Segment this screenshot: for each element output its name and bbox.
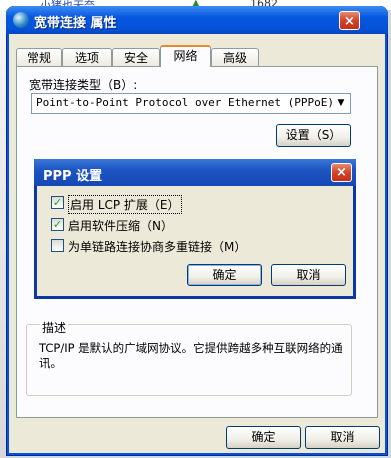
cancel-button[interactable]: 取消: [305, 426, 380, 449]
connection-type-select[interactable]: Point-to-Point Protocol over Ethernet (P…: [31, 93, 351, 114]
ppp-settings-dialog: PPP 设置 × ✓ 启用 LCP 扩展（E） ✓ 启用软件压缩（N） 为单链路…: [34, 159, 356, 299]
tab-networking[interactable]: 网络: [160, 45, 211, 67]
description-title: 描述: [40, 319, 69, 336]
settings-button[interactable]: 设置（S）: [276, 124, 351, 147]
close-button[interactable]: ×: [339, 11, 360, 30]
ppp-cancel-button[interactable]: 取消: [271, 264, 346, 286]
tab-general[interactable]: 常规: [16, 48, 62, 66]
dialog-title: 宽带连接 属性: [34, 16, 117, 31]
multilink-label: 为单链路连接协商多重链接（M）: [68, 240, 247, 254]
dialog-titlebar[interactable]: 宽带连接 属性 ×: [6, 6, 388, 34]
network-globe-icon: [13, 12, 29, 28]
ppp-dialog-body: ✓ 启用 LCP 扩展（E） ✓ 启用软件压缩（N） 为单链路连接协商多重链接（…: [37, 186, 353, 296]
lcp-extensions-label: 启用 LCP 扩展（E）: [68, 195, 182, 214]
tab-security[interactable]: 安全: [112, 48, 160, 66]
connection-type-label: 宽带连接类型（B）:: [29, 78, 138, 92]
ppp-titlebar[interactable]: PPP 设置 ×: [34, 159, 356, 186]
chevron-down-icon[interactable]: ▼: [333, 95, 349, 112]
ppp-close-button[interactable]: ×: [331, 163, 352, 182]
tab-options[interactable]: 选项: [62, 48, 112, 66]
description-text: TCP/IP 是默认的广域网协议。它提供跨越多种互联网络的通讯。: [39, 341, 343, 370]
software-compression-label: 启用软件压缩（N）: [68, 219, 173, 233]
ppp-dialog-title: PPP 设置: [43, 169, 103, 184]
software-compression-checkbox[interactable]: ✓: [51, 218, 64, 231]
tab-advanced[interactable]: 高级: [211, 48, 259, 66]
connection-type-value: Point-to-Point Protocol over Ethernet (P…: [36, 96, 335, 109]
ppp-ok-button[interactable]: 确定: [187, 264, 262, 286]
lcp-extensions-checkbox[interactable]: ✓: [51, 196, 64, 209]
ok-button[interactable]: 确定: [226, 426, 301, 449]
multilink-checkbox[interactable]: [51, 239, 64, 252]
